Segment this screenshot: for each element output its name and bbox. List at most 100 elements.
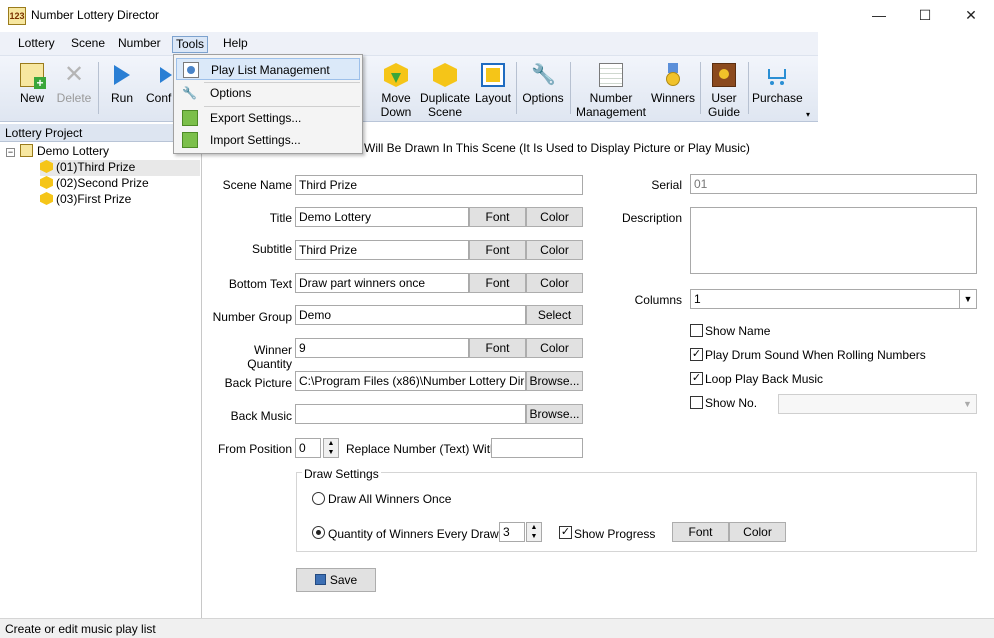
bottom-text-input[interactable]: Draw part winners once [295,273,469,293]
menu-bar: Lottery Scene Number Tools Help [0,32,818,56]
replace-number-input[interactable] [491,438,583,458]
play-icon [114,65,130,85]
title-bar: 123 Number Lottery Director — ☐ ✕ [0,0,994,32]
loop-music-checkbox[interactable]: ✓ [690,372,703,385]
draw-all-radio[interactable] [312,492,325,505]
play-drum-checkbox[interactable]: ✓ [690,348,703,361]
window-title: Number Lottery Director [31,8,160,22]
serial-label: Serial [651,178,682,192]
quantity-spinner[interactable]: ▲ ▼ [526,522,542,542]
columns-label: Columns [634,293,682,307]
export-icon [182,110,198,126]
toolbar-separator [98,62,99,114]
from-position-input[interactable]: 0 [295,438,321,458]
winner-quantity-input[interactable]: 9 [295,338,469,358]
medal-icon [661,63,685,87]
import-settings-item[interactable]: Import Settings... [176,129,360,151]
show-progress-checkbox[interactable]: ✓ [559,526,572,539]
quantity-every-draw-input[interactable]: 3 [499,522,525,542]
tree-item-scene[interactable]: (03)First Prize [40,192,131,208]
back-picture-label: Back Picture [224,376,292,390]
back-picture-browse-button[interactable]: Browse... [526,371,583,391]
subtitle-input[interactable]: Third Prize [295,240,469,260]
from-position-spinner[interactable]: ▲ ▼ [323,438,339,458]
quantity-every-draw-radio[interactable] [312,526,325,539]
toolbar-overflow-icon[interactable]: ▾ [806,110,810,119]
duplicate-icon [433,63,457,87]
playlist-icon [183,62,199,78]
draw-font-button[interactable]: Font [672,522,729,542]
number-management-button[interactable]: Number Management [574,58,648,119]
menu-number[interactable]: Number [115,36,164,53]
config-button[interactable]: Conf [142,58,174,118]
options-item[interactable]: 🔧 Options [176,82,360,104]
number-group-input[interactable]: Demo [295,305,526,325]
replace-number-label: Replace Number (Text) With [346,442,497,456]
maximize-button[interactable]: ☐ [902,0,948,30]
winner-font-button[interactable]: Font [469,338,526,358]
tree-root[interactable]: − Demo Lottery [6,144,109,160]
chevron-down-icon[interactable]: ▼ [959,395,976,413]
toolbar-separator [748,62,749,114]
purchase-button[interactable]: Purchase [752,58,803,118]
show-no-checkbox[interactable] [690,396,703,409]
serial-input[interactable]: 01 [690,174,977,194]
collapse-icon[interactable]: − [6,148,15,157]
new-button[interactable]: + New [12,58,52,118]
menu-tools[interactable]: Tools [172,36,209,53]
layout-button[interactable]: Layout [474,58,512,118]
run-button[interactable]: Run [104,58,140,118]
description-label: Description [621,211,682,225]
options-button[interactable]: 🔧 Options [520,58,566,118]
menu-lottery[interactable]: Lottery [15,36,58,53]
delete-icon: ✕ [63,61,85,88]
scene-name-input[interactable]: Third Prize [295,175,583,195]
chevron-down-icon[interactable]: ▼ [959,290,976,308]
subtitle-font-button[interactable]: Font [469,240,526,260]
back-music-browse-button[interactable]: Browse... [526,404,583,424]
close-button[interactable]: ✕ [948,0,994,30]
scene-hint-text: Will Be Drawn In This Scene (It Is Used … [364,141,750,155]
title-label: Title [269,211,292,225]
play-list-management-item[interactable]: Play List Management [176,58,360,80]
winner-quantity-label: Winner Quantity [247,343,292,371]
show-no-select[interactable]: ▼ [778,394,977,414]
number-group-select-button[interactable]: Select [526,305,583,325]
back-music-label: Back Music [230,409,292,423]
loop-music-label: Loop Play Back Music [705,372,824,386]
title-color-button[interactable]: Color [526,207,583,227]
minimize-button[interactable]: — [856,0,902,30]
duplicate-scene-button[interactable]: Duplicate Scene [418,58,472,119]
save-button[interactable]: Save [296,568,376,592]
winner-color-button[interactable]: Color [526,338,583,358]
wrench-icon: 🔧 [531,64,556,86]
title-input[interactable]: Demo Lottery [295,207,469,227]
quantity-every-draw-label: Quantity of Winners Every Draw [328,527,499,541]
delete-button[interactable]: ✕ Delete [54,58,94,118]
scene-icon [40,176,53,189]
show-no-label: Show No. [705,396,758,410]
user-guide-button[interactable]: User Guide [704,58,744,119]
draw-all-label: Draw All Winners Once [328,492,452,506]
show-name-checkbox[interactable] [690,324,703,337]
description-textarea[interactable] [690,207,977,274]
back-picture-input[interactable]: C:\Program Files (x86)\Number Lottery Di… [295,371,526,391]
columns-select[interactable]: 1 ▼ [690,289,977,309]
tree-item-scene[interactable]: (01)Third Prize [40,160,200,176]
draw-color-button[interactable]: Color [729,522,786,542]
book-icon [712,63,736,87]
move-down-button[interactable]: Move Down [376,58,416,119]
back-music-input[interactable] [295,404,526,424]
number-group-label: Number Group [212,310,292,324]
subtitle-color-button[interactable]: Color [526,240,583,260]
menu-help[interactable]: Help [220,36,251,53]
toolbar-separator [570,62,571,114]
tree-item-scene[interactable]: (02)Second Prize [40,176,149,192]
menu-scene[interactable]: Scene [68,36,108,53]
winners-button[interactable]: Winners [650,58,696,118]
bottom-text-font-button[interactable]: Font [469,273,526,293]
title-font-button[interactable]: Font [469,207,526,227]
bottom-text-color-button[interactable]: Color [526,273,583,293]
export-settings-item[interactable]: Export Settings... [176,107,360,129]
scene-icon [40,192,53,205]
